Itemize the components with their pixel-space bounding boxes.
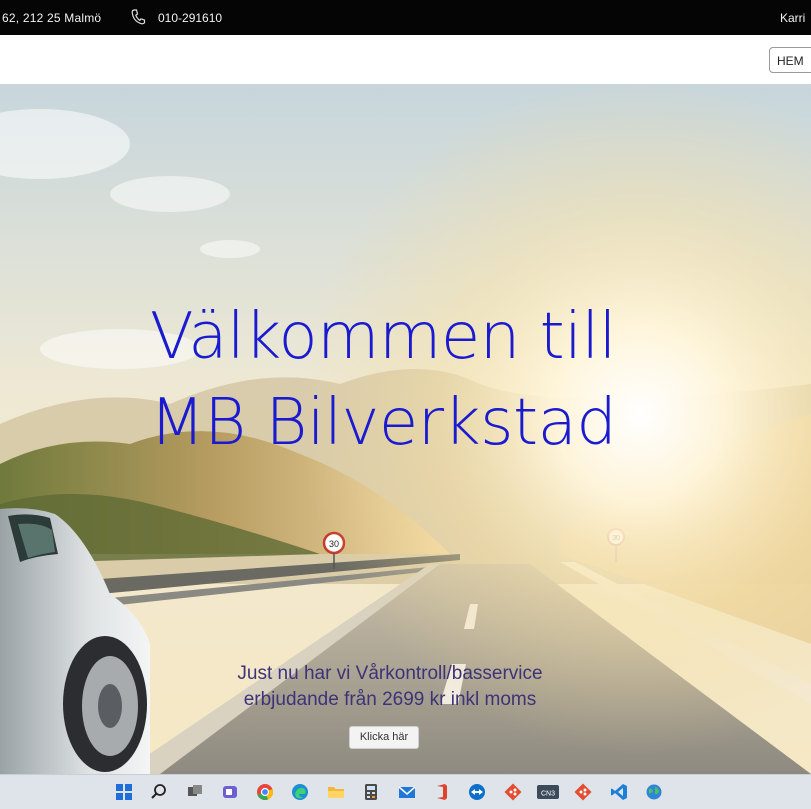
cn3-label: CN3 bbox=[541, 791, 555, 798]
address-text: 62, 212 25 Malmö bbox=[2, 11, 102, 25]
office-icon[interactable] bbox=[431, 781, 453, 803]
vscode-icon[interactable] bbox=[608, 781, 630, 803]
git-icon[interactable] bbox=[572, 781, 594, 803]
click-here-button[interactable]: Klicka här bbox=[349, 726, 419, 749]
edge-icon[interactable] bbox=[289, 781, 311, 803]
windows-taskbar: CN3 bbox=[0, 774, 811, 809]
offer-line1: Just nu har vi Vårkontroll/basservice bbox=[237, 663, 543, 684]
hero-section: 30 30 Välkommen till MB Bilverkstad Just… bbox=[0, 84, 811, 774]
mail-icon[interactable] bbox=[396, 781, 418, 803]
teams-icon[interactable] bbox=[219, 781, 241, 803]
hero-title-line1: Välkommen till bbox=[149, 300, 617, 374]
phone-number[interactable]: 010-291610 bbox=[158, 11, 222, 25]
windows-start-icon[interactable] bbox=[113, 781, 135, 803]
offer-text: Just nu har vi Vårkontroll/basservice er… bbox=[160, 661, 620, 713]
file-explorer-icon[interactable] bbox=[325, 781, 347, 803]
git-icon[interactable] bbox=[502, 781, 524, 803]
top-info-bar: 62, 212 25 Malmö 010-291610 Karri bbox=[0, 0, 811, 35]
chrome-icon[interactable] bbox=[254, 781, 276, 803]
teamviewer-icon[interactable] bbox=[466, 781, 488, 803]
phone-icon bbox=[131, 9, 146, 25]
top-right-text[interactable]: Karri bbox=[780, 11, 805, 25]
navigation-bar: HEM bbox=[0, 35, 811, 85]
offer-line2: erbjudande från 2699 kr inkl moms bbox=[243, 689, 537, 710]
hero-title: Välkommen till MB Bilverkstad bbox=[0, 294, 766, 466]
hero-title-line2: MB Bilverkstad bbox=[149, 386, 617, 460]
search-icon[interactable] bbox=[148, 781, 170, 803]
globe-icon[interactable] bbox=[643, 781, 665, 803]
cn3-app-icon[interactable]: CN3 bbox=[537, 781, 559, 803]
task-view-icon[interactable] bbox=[184, 781, 206, 803]
menu-button-hem[interactable]: HEM bbox=[769, 47, 811, 73]
calculator-icon[interactable] bbox=[360, 781, 382, 803]
